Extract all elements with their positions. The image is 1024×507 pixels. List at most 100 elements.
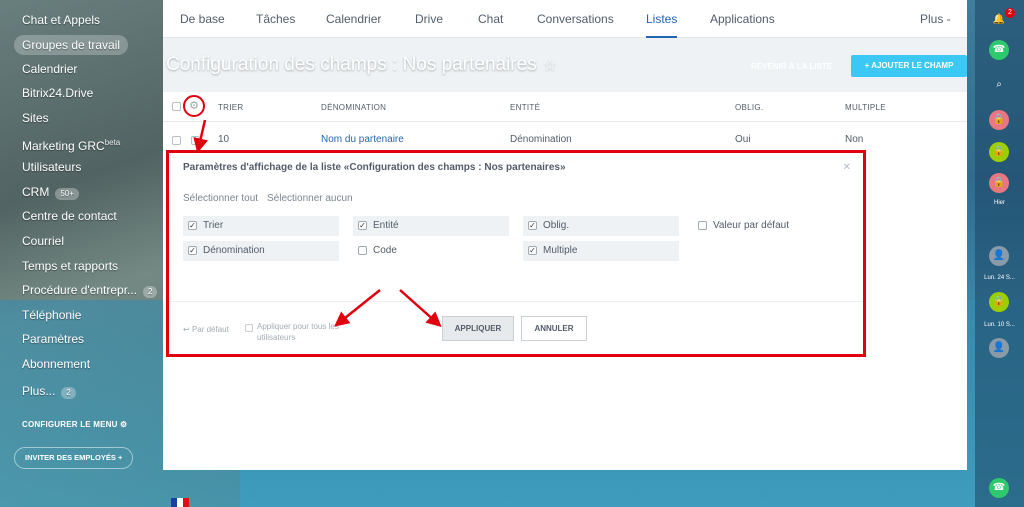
sidebar-item-time-reports[interactable]: Temps et rapports — [14, 256, 126, 276]
sidebar-item-workgroups[interactable]: Groupes de travail — [14, 35, 129, 55]
sidebar-item-mail[interactable]: Courriel — [14, 231, 72, 251]
field-option-label: Oblig. — [543, 220, 570, 231]
sidebar-item-contact-center[interactable]: Centre de contact — [14, 206, 125, 226]
back-to-list-button[interactable]: REVENIR À LA LISTE — [751, 62, 832, 71]
grid-header: ⚙ TRIER DÉNOMINATION ENTITÉ OBLIG. MULTI… — [163, 92, 967, 122]
row-checkbox[interactable] — [172, 136, 181, 145]
sidebar-item-sites[interactable]: Sites — [14, 108, 57, 128]
sidebar-item-drive[interactable]: Bitrix24.Drive — [14, 83, 101, 103]
sidebar-item-crm[interactable]: CRM 50+ — [14, 182, 87, 202]
sidebar-item-users[interactable]: Utilisateurs — [14, 157, 89, 177]
gear-icon[interactable]: ⚙ — [183, 95, 205, 117]
sidebar-item-more[interactable]: Plus... 2 — [14, 381, 84, 401]
add-field-button[interactable]: + AJOUTER LE CHAMP — [851, 55, 967, 77]
row-menu-icon[interactable] — [191, 136, 200, 145]
star-icon[interactable]: ☆ — [543, 57, 557, 74]
search-icon[interactable]: ⌕ — [989, 75, 1009, 95]
crm-badge: 50+ — [55, 188, 79, 200]
sidebar-item-label: Centre de contact — [22, 209, 117, 223]
field-option-oblig[interactable]: ✓ Oblig. — [523, 216, 679, 236]
checkbox-checked-icon[interactable]: ✓ — [188, 246, 197, 255]
reset-default-link[interactable]: ↩ Par défaut — [183, 325, 229, 334]
page-title-text: Configuration des champs : Nos partenair… — [166, 54, 537, 75]
lock-icon[interactable]: 🔒 — [989, 110, 1009, 130]
tab-de-base[interactable]: De base — [180, 0, 225, 38]
field-option-default-value[interactable]: Valeur par défaut — [693, 216, 849, 236]
gear-icon: ⚙ — [120, 420, 128, 429]
cell-name-link[interactable]: Nom du partenaire — [321, 134, 404, 145]
sidebar-item-settings[interactable]: Paramètres — [14, 329, 92, 349]
tab-chat[interactable]: Chat — [478, 0, 503, 38]
select-all-link[interactable]: Sélectionner tout — [183, 193, 258, 204]
list-display-settings-dialog: Paramètres d'affichage de la liste «Conf… — [166, 150, 866, 357]
procedure-badge: 2 — [143, 286, 158, 298]
cell-sort: 10 — [218, 134, 230, 145]
apply-all-users-option[interactable]: Appliquer pour tous les utilisateurs — [245, 321, 365, 343]
field-option-label: Multiple — [543, 245, 578, 256]
checkbox-unchecked-icon[interactable] — [698, 221, 707, 230]
more-badge: 2 — [61, 387, 76, 399]
close-icon[interactable]: ✕ — [843, 162, 851, 173]
sidebar-item-procedures[interactable]: Procédure d'entrepr... 2 — [14, 280, 165, 300]
sidebar-item-calendar[interactable]: Calendrier — [14, 59, 85, 79]
date-label: Lun. 10 S... — [984, 322, 1015, 328]
sidebar-item-label: Plus... — [22, 384, 56, 398]
reset-default-label: Par défaut — [191, 325, 229, 334]
lock-icon[interactable]: 🔒 — [989, 292, 1009, 312]
sidebar-item-telephony[interactable]: Téléphonie — [14, 305, 89, 325]
sidebar-item-subscription[interactable]: Abonnement — [14, 354, 98, 374]
field-option-multiple[interactable]: ✓ Multiple — [523, 241, 679, 261]
tab-conversations[interactable]: Conversations — [537, 0, 614, 38]
field-option-code[interactable]: Code — [353, 241, 509, 261]
invite-employees-button[interactable]: INVITER DES EMPLOYÉS + — [14, 447, 134, 469]
date-label: Lun. 24 S... — [984, 275, 1015, 281]
avatar[interactable]: 👤 — [989, 338, 1009, 358]
field-option-entite[interactable]: ✓ Entité — [353, 216, 509, 236]
invite-label: INVITER DES EMPLOYÉS — [25, 453, 116, 462]
tab-applications[interactable]: Applications — [710, 0, 775, 38]
sidebar-item-label: Marketing GRC — [22, 139, 105, 153]
avatar[interactable]: 👤 — [989, 246, 1009, 266]
top-nav: De base Tâches Calendrier Drive Chat Con… — [163, 0, 967, 38]
sidebar-item-label: Abonnement — [22, 357, 91, 371]
select-all-checkbox[interactable] — [172, 102, 181, 111]
sidebar-item-label: Sites — [22, 111, 49, 125]
checkbox-checked-icon[interactable]: ✓ — [188, 221, 197, 230]
tab-taches[interactable]: Tâches — [256, 0, 295, 38]
checkbox-unchecked-icon[interactable] — [245, 324, 253, 332]
checkbox-checked-icon[interactable]: ✓ — [528, 246, 537, 255]
header-entite[interactable]: ENTITÉ — [510, 103, 540, 112]
checkbox-unchecked-icon[interactable] — [358, 246, 367, 255]
dialog-title: Paramètres d'affichage de la liste «Conf… — [183, 162, 566, 173]
sidebar-item-label: Utilisateurs — [22, 160, 82, 174]
language-flag-icon[interactable] — [171, 498, 189, 507]
checkbox-checked-icon[interactable]: ✓ — [358, 221, 367, 230]
apply-all-users-label: Appliquer pour tous les utilisateurs — [257, 322, 339, 342]
configure-menu-link[interactable]: CONFIGURER LE MENU ⚙ — [22, 420, 127, 429]
sidebar-item-label: Téléphonie — [22, 308, 82, 322]
tab-listes[interactable]: Listes — [646, 0, 678, 38]
select-none-link[interactable]: Sélectionner aucun — [267, 193, 353, 204]
call-icon[interactable]: ☎ — [989, 478, 1009, 498]
phone-icon[interactable]: ☎ — [989, 40, 1009, 60]
lock-icon[interactable]: 🔒 — [989, 173, 1009, 193]
apply-button[interactable]: APPLIQUER — [442, 316, 514, 341]
field-option-trier[interactable]: ✓ Trier — [183, 216, 339, 236]
left-sidebar: Chat et Appels Groupes de travail Calend… — [0, 0, 160, 507]
sidebar-item-marketing[interactable]: Marketing GRCbeta — [14, 133, 128, 153]
tab-calendrier[interactable]: Calendrier — [326, 0, 381, 38]
checkbox-checked-icon[interactable]: ✓ — [528, 221, 537, 230]
tab-more[interactable]: Plus - — [920, 0, 951, 38]
header-trier[interactable]: TRIER — [218, 103, 244, 112]
cancel-button[interactable]: ANNULER — [521, 316, 587, 341]
lock-icon[interactable]: 🔒 — [989, 142, 1009, 162]
header-oblig[interactable]: OBLIG. — [735, 103, 763, 112]
field-option-label: Entité — [373, 220, 399, 231]
tab-drive[interactable]: Drive — [415, 0, 443, 38]
field-option-denomination[interactable]: ✓ Dénomination — [183, 241, 339, 261]
header-multiple[interactable]: MULTIPLE — [845, 103, 886, 112]
cell-multiple: Non — [845, 134, 864, 145]
header-denomination[interactable]: DÉNOMINATION — [321, 103, 386, 112]
sidebar-item-chat[interactable]: Chat et Appels — [14, 10, 108, 30]
plus-icon: + — [117, 453, 123, 462]
